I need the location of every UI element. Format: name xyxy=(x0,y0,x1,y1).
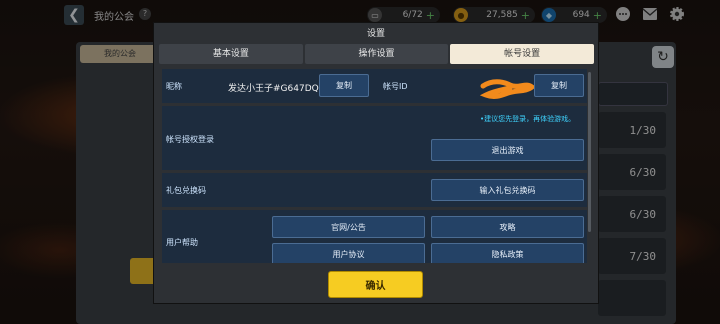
nickname-value: 发达小王子#G647DQ3 xyxy=(228,84,325,94)
account-section: 昵称 发达小王子#G647DQ3 复制 帐号ID 复制 xyxy=(162,69,587,103)
redaction-scribble xyxy=(480,79,536,99)
copy-nickname-button[interactable]: 复制 xyxy=(319,74,369,97)
privacy-policy-button[interactable]: 隐私政策 xyxy=(431,243,584,263)
gift-code-section: 礼包兑换码 输入礼包兑换码 xyxy=(162,173,587,207)
account-id-label: 帐号ID xyxy=(383,82,408,91)
logout-button[interactable]: 退出游戏 xyxy=(431,139,584,161)
dialog-title: 设置 xyxy=(366,29,385,39)
tab-basic-settings[interactable]: 基本设置 xyxy=(159,44,303,64)
user-agreement-button[interactable]: 用户协议 xyxy=(272,243,425,263)
user-help-label: 用户帮助 xyxy=(166,238,198,247)
website-notice-button[interactable]: 官网/公告 xyxy=(272,216,425,238)
nickname-label: 昵称 xyxy=(166,82,182,91)
scrollbar[interactable] xyxy=(588,72,591,232)
settings-content: 昵称 发达小王子#G647DQ3 复制 帐号ID 复制 •建议您先登录，再体验游… xyxy=(162,69,593,263)
tab-account-settings[interactable]: 帐号设置 xyxy=(450,44,595,64)
tab-control-settings[interactable]: 操作设置 xyxy=(304,44,449,64)
confirm-button[interactable]: 确认 xyxy=(328,271,423,298)
guide-button[interactable]: 攻略 xyxy=(431,216,584,238)
account-auth-section: •建议您先登录，再体验游戏。 帐号授权登录 退出游戏 xyxy=(162,106,587,170)
gift-code-label: 礼包兑换码 xyxy=(166,186,206,195)
login-hint: •建议您先登录，再体验游戏。 xyxy=(480,115,576,123)
copy-account-id-button[interactable]: 复制 xyxy=(534,74,584,97)
settings-tabs: 基本设置 操作设置 帐号设置 xyxy=(159,44,595,64)
settings-dialog: 设置 基本设置 操作设置 帐号设置 昵称 发达小王子#G647DQ3 复制 帐号… xyxy=(153,22,599,304)
user-help-section: 用户帮助 官网/公告 攻略 用户协议 隐私政策 xyxy=(162,210,587,263)
auth-login-label: 帐号授权登录 xyxy=(166,135,214,144)
enter-gift-code-button[interactable]: 输入礼包兑换码 xyxy=(431,179,584,201)
